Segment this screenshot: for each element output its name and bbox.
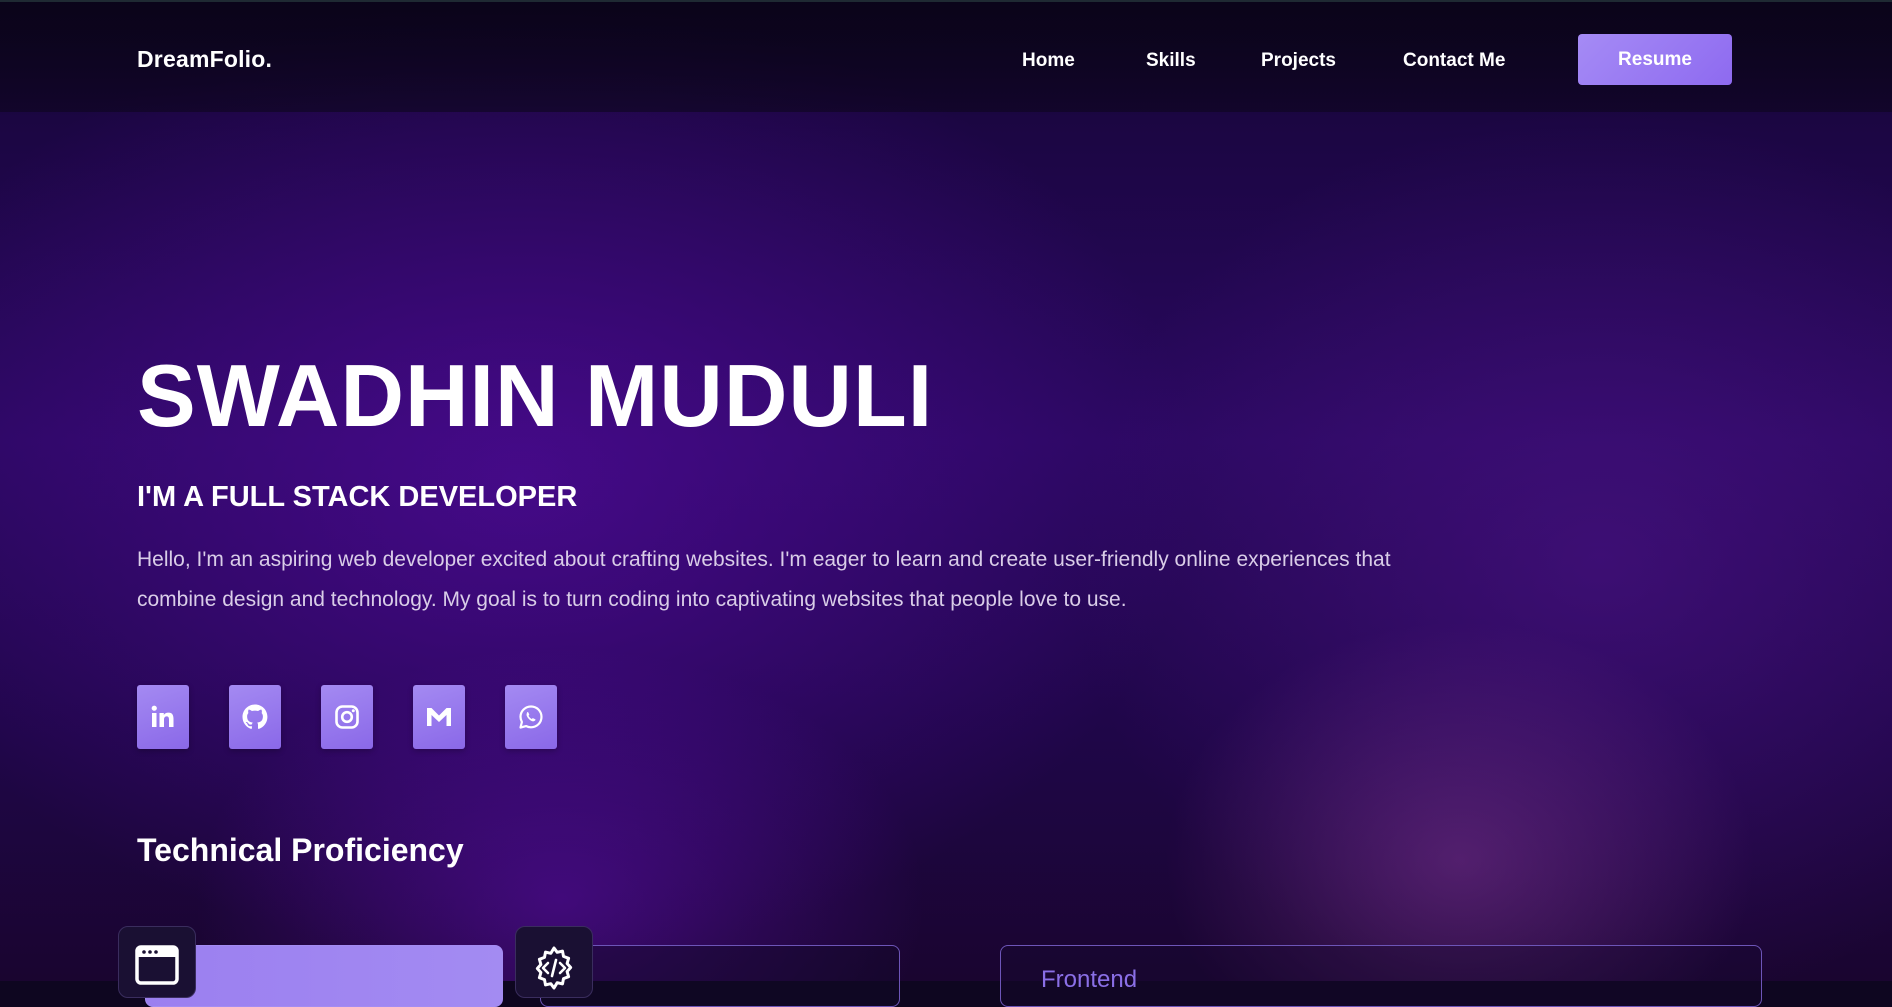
instagram-icon [333,703,361,731]
instagram-button[interactable] [321,685,373,749]
skill-card-frontend[interactable]: Frontend [1000,945,1762,1007]
skill-card-2[interactable] [540,945,900,1007]
navbar: DreamFolio. Home Skills Projects Contact… [0,2,1892,112]
social-links [137,685,557,749]
gmail-button[interactable] [413,685,465,749]
whatsapp-icon [517,703,545,731]
nav-contact-me[interactable]: Contact Me [1403,50,1505,72]
github-button[interactable] [229,685,281,749]
nav-home[interactable]: Home [1022,50,1075,72]
skill-card-2-icon-box [515,926,593,998]
skill-card-1[interactable] [145,945,503,1007]
browser-window-icon [135,945,179,990]
github-icon [240,702,270,732]
resume-button[interactable]: Resume [1578,34,1732,85]
brand-logo[interactable]: DreamFolio. [137,46,272,73]
skill-card-frontend-label: Frontend [1041,966,1138,993]
hero-name: SWADHIN MUDULI [137,346,934,445]
hero-role: I'M A FULL STACK DEVELOPER [137,481,578,513]
whatsapp-button[interactable] [505,685,557,749]
code-gear-icon [531,945,577,996]
linkedin-button[interactable] [137,685,189,749]
section-title-technical-proficiency: Technical Proficiency [137,832,464,868]
gmail-icon [424,704,454,730]
hero-description: Hello, I'm an aspiring web developer exc… [137,548,1391,611]
nav-projects[interactable]: Projects [1261,50,1336,72]
linkedin-icon [149,703,177,731]
nav-skills[interactable]: Skills [1146,50,1196,72]
skill-card-1-icon-box [118,926,196,998]
